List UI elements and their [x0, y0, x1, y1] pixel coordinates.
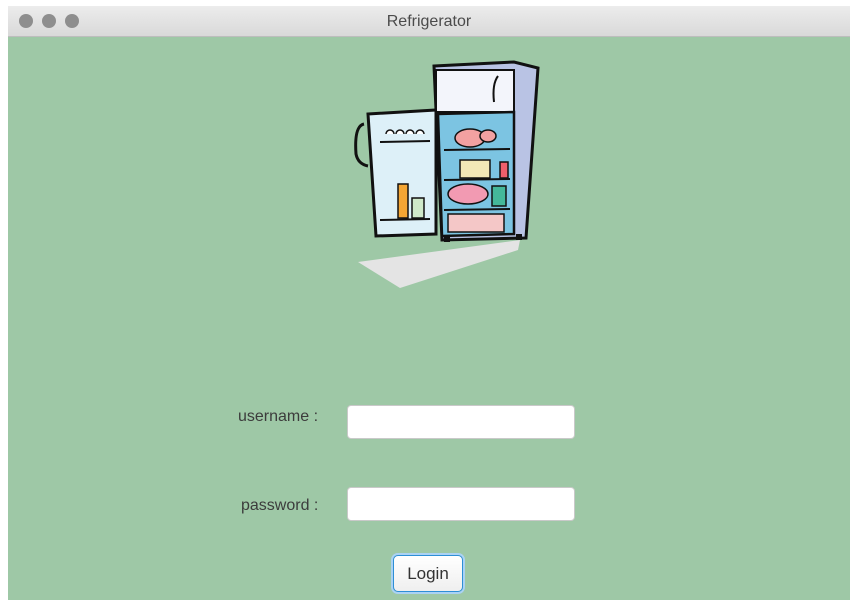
login-button[interactable]: Login	[393, 555, 463, 592]
refrigerator-illustration	[354, 60, 540, 288]
window-title: Refrigerator	[386, 13, 472, 30]
app-window: Refrigerator username : password : Login	[8, 6, 850, 600]
username-label: username :	[238, 408, 319, 425]
password-input[interactable]	[347, 487, 575, 521]
password-label: password :	[241, 497, 319, 514]
title-bar: Refrigerator	[8, 6, 850, 37]
username-input[interactable]	[347, 405, 575, 439]
